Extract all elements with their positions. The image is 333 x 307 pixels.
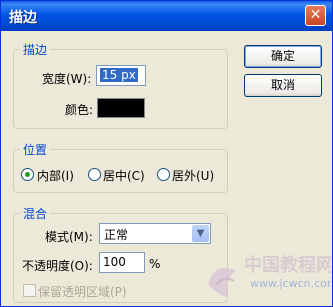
radio-inside[interactable] bbox=[21, 168, 34, 181]
position-group-legend: 位置 bbox=[23, 143, 48, 157]
stroke-dialog: 描边 ✕ 描边 宽度(W): 15 px 颜色: 位置 内部(I) 居中(C) … bbox=[0, 0, 333, 307]
title-bar[interactable]: 描边 ✕ bbox=[1, 1, 332, 31]
close-icon: ✕ bbox=[309, 7, 322, 23]
mode-select[interactable]: 正常 ▼ bbox=[99, 223, 211, 244]
preserve-transparency-label[interactable]: 保留透明区域(P) bbox=[38, 283, 127, 300]
width-value: 15 px bbox=[100, 68, 138, 82]
cancel-button[interactable]: 取消 bbox=[244, 74, 322, 97]
radio-outside[interactable] bbox=[157, 168, 170, 181]
blending-group-legend: 混合 bbox=[23, 207, 48, 221]
stroke-group-legend: 描边 bbox=[23, 43, 48, 57]
opacity-field[interactable]: 100 bbox=[99, 252, 145, 273]
radio-center-label[interactable]: 居中(C) bbox=[103, 167, 145, 184]
radio-center[interactable] bbox=[88, 168, 101, 181]
ok-button[interactable]: 确定 bbox=[244, 45, 322, 68]
opacity-unit: % bbox=[149, 257, 161, 271]
opacity-label: 不透明度(O): bbox=[22, 259, 93, 273]
width-label: 宽度(W): bbox=[42, 72, 92, 86]
radio-outside-label[interactable]: 居外(U) bbox=[172, 167, 214, 184]
close-button[interactable]: ✕ bbox=[305, 5, 326, 26]
opacity-value: 100 bbox=[103, 255, 126, 269]
chevron-down-icon[interactable]: ▼ bbox=[192, 225, 209, 242]
radio-inside-label[interactable]: 内部(I) bbox=[37, 167, 74, 184]
watermark-title: 中国教程网 bbox=[244, 254, 331, 276]
color-label: 颜色: bbox=[65, 103, 94, 117]
preserve-transparency-checkbox[interactable] bbox=[23, 284, 36, 297]
watermark-url: www.jcwcn.com bbox=[250, 277, 331, 290]
site-watermark: 中国教程网 www.jcwcn.com bbox=[206, 241, 333, 303]
width-field[interactable]: 15 px bbox=[96, 65, 146, 86]
mode-select-value: 正常 bbox=[104, 228, 129, 242]
mode-label: 模式(M): bbox=[45, 230, 93, 244]
window-title: 描边 bbox=[9, 10, 37, 26]
watermark-logo: 中国教程网 www.jcwcn.com bbox=[208, 254, 333, 297]
color-swatch[interactable] bbox=[97, 98, 145, 118]
